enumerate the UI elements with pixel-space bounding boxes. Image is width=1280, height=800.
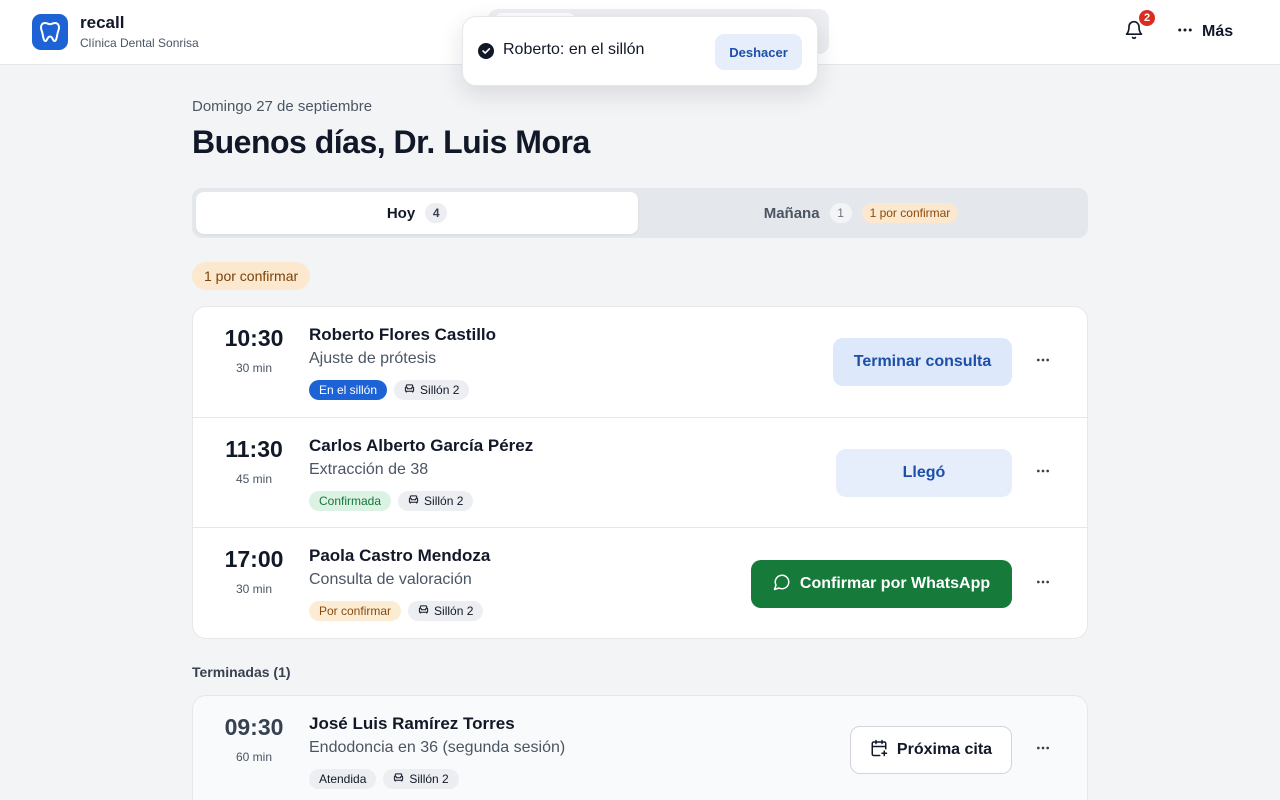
appointment-row: 11:30 45 min Carlos Alberto García Pérez… bbox=[193, 417, 1087, 527]
tooth-icon[interactable] bbox=[32, 14, 68, 50]
appointment-duration: 45 min bbox=[235, 472, 273, 486]
appointment-time: 11:30 bbox=[225, 436, 283, 462]
chair-badge: Sillón 2 bbox=[383, 769, 459, 789]
armchair-icon bbox=[404, 383, 415, 397]
current-date: Domingo 27 de septiembre bbox=[192, 98, 373, 115]
status-toast: Roberto: en el sillón Deshacer bbox=[462, 16, 818, 86]
toast-message: Roberto: en el sillón bbox=[503, 41, 645, 58]
notifications-badge: 2 bbox=[1137, 8, 1157, 28]
chair-badge: Sillón 2 bbox=[408, 601, 484, 621]
appointment-row: 10:30 30 min Roberto Flores Castillo Aju… bbox=[193, 307, 1087, 417]
tab-tomorrow-count: 1 bbox=[829, 203, 852, 223]
chair-label: Sillón 2 bbox=[420, 383, 460, 397]
more-horizontal-icon bbox=[1035, 740, 1051, 761]
appointment-time: 10:30 bbox=[224, 325, 284, 351]
more-horizontal-icon bbox=[1176, 21, 1194, 44]
patient-name[interactable]: Paola Castro Mendoza bbox=[309, 546, 490, 566]
whatsapp-icon bbox=[773, 573, 791, 596]
more-menu-label: Más bbox=[1202, 23, 1234, 40]
page-title: Buenos días, Dr. Luis Mora bbox=[192, 124, 590, 160]
more-horizontal-icon bbox=[1035, 463, 1051, 484]
calendar-plus-icon bbox=[870, 739, 888, 762]
chair-badge: Sillón 2 bbox=[394, 380, 470, 400]
finished-heading: Terminadas (1) bbox=[192, 664, 291, 680]
armchair-icon bbox=[393, 772, 404, 786]
patient-name[interactable]: Carlos Alberto García Pérez bbox=[309, 436, 533, 456]
undo-button[interactable]: Deshacer bbox=[715, 34, 802, 70]
chair-label: Sillón 2 bbox=[434, 604, 474, 618]
status-badge: En el sillón bbox=[309, 380, 388, 400]
next-appointment-label: Próxima cita bbox=[896, 741, 993, 758]
status-badge: Confirmada bbox=[309, 491, 392, 511]
appointment-duration: 60 min bbox=[235, 750, 273, 764]
confirm-whatsapp-button[interactable]: Confirmar por WhatsApp bbox=[751, 560, 1012, 608]
day-tabs: Hoy 4 Mañana 1 1 por confirmar bbox=[192, 188, 1088, 238]
pending-count-badge: 1 por confirmar bbox=[192, 262, 311, 290]
patient-name[interactable]: José Luis Ramírez Torres bbox=[309, 714, 515, 734]
patient-name[interactable]: Roberto Flores Castillo bbox=[309, 325, 496, 345]
procedure: Endodoncia en 36 (segunda sesión) bbox=[309, 739, 566, 756]
more-menu-button[interactable]: Más bbox=[1170, 17, 1239, 47]
appointment-row: 09:30 60 min José Luis Ramírez Torres En… bbox=[193, 696, 1087, 800]
chair-badge: Sillón 2 bbox=[398, 491, 474, 511]
tab-tomorrow[interactable]: Mañana 1 1 por confirmar bbox=[638, 192, 1084, 234]
appointment-time: 09:30 bbox=[224, 714, 284, 740]
chair-label: Sillón 2 bbox=[409, 772, 449, 786]
more-horizontal-icon bbox=[1035, 574, 1051, 595]
appointment-duration: 30 min bbox=[235, 361, 273, 375]
tab-today-count: 4 bbox=[425, 203, 448, 223]
armchair-icon bbox=[418, 604, 429, 618]
arrived-button[interactable]: Llegó bbox=[836, 449, 1012, 497]
clinic-name: Clínica Dental Sonrisa bbox=[80, 36, 199, 50]
tab-today[interactable]: Hoy 4 bbox=[196, 192, 638, 234]
confirm-whatsapp-label: Confirmar por WhatsApp bbox=[799, 575, 991, 592]
appointment-duration: 30 min bbox=[235, 582, 273, 596]
procedure: Consulta de valoración bbox=[309, 571, 472, 588]
procedure: Extracción de 38 bbox=[309, 461, 429, 478]
tab-tomorrow-pending-badge: 1 por confirmar bbox=[861, 203, 959, 223]
chair-label: Sillón 2 bbox=[424, 494, 464, 508]
procedure: Ajuste de prótesis bbox=[309, 350, 437, 367]
row-menu-button[interactable] bbox=[1029, 570, 1057, 598]
appointment-time: 17:00 bbox=[224, 546, 284, 572]
armchair-icon bbox=[408, 494, 419, 508]
finish-consultation-button[interactable]: Terminar consulta bbox=[833, 338, 1012, 386]
finished-appointments-list: 09:30 60 min José Luis Ramírez Torres En… bbox=[192, 695, 1088, 800]
appointments-list: 10:30 30 min Roberto Flores Castillo Aju… bbox=[192, 306, 1088, 639]
tab-today-label: Hoy bbox=[386, 204, 416, 222]
status-badge: Atendida bbox=[309, 769, 377, 789]
more-horizontal-icon bbox=[1035, 352, 1051, 373]
row-menu-button[interactable] bbox=[1029, 348, 1057, 376]
row-menu-button[interactable] bbox=[1029, 459, 1057, 487]
status-badge: Por confirmar bbox=[309, 601, 402, 621]
tab-tomorrow-label: Mañana bbox=[763, 204, 820, 222]
app-name: recall bbox=[80, 13, 125, 32]
next-appointment-button[interactable]: Próxima cita bbox=[850, 726, 1012, 774]
check-circle-icon bbox=[478, 43, 494, 59]
row-menu-button[interactable] bbox=[1029, 736, 1057, 764]
appointment-row: 17:00 30 min Paola Castro Mendoza Consul… bbox=[193, 527, 1087, 637]
